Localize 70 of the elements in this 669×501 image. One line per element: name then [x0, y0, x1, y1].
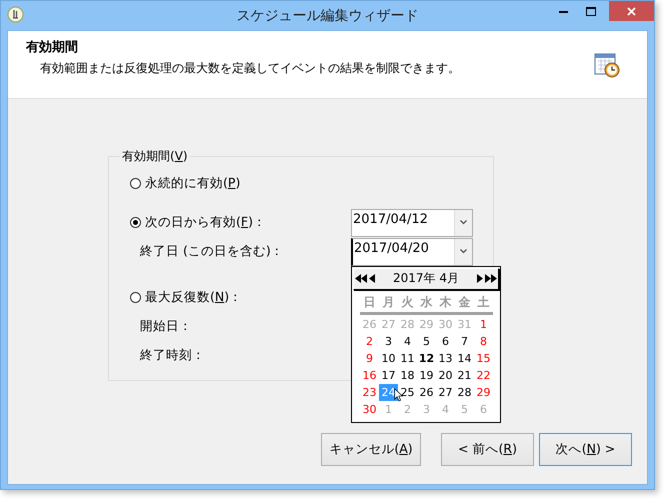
date-field[interactable]: 2017/04/12: [351, 208, 473, 236]
group-label: 有効期間(V): [121, 148, 189, 165]
field-label: 終了時刻：: [139, 347, 205, 362]
radio-button[interactable]: [130, 292, 141, 303]
calendar-day[interactable]: 14: [455, 350, 474, 366]
calendar-day[interactable]: 12: [417, 350, 436, 366]
calendar-day[interactable]: 19: [417, 366, 436, 384]
calendar-day[interactable]: 20: [436, 366, 455, 384]
calendar-day[interactable]: 4: [398, 332, 417, 350]
calendar-day[interactable]: 21: [455, 366, 474, 384]
close-icon: [627, 6, 636, 16]
previous-year-button[interactable]: [354, 272, 368, 286]
field-label: 開始日：: [139, 318, 192, 333]
weekday-label: 金: [458, 294, 472, 310]
calendar-day[interactable]: 29: [474, 384, 493, 400]
chevron-down-icon: [460, 220, 467, 225]
calendar-day[interactable]: 28: [455, 384, 474, 400]
calendar-day[interactable]: 18: [398, 366, 417, 384]
month-title: 2017年 4月: [392, 270, 460, 287]
calendar-day[interactable]: 30: [360, 400, 379, 418]
date-field[interactable]: 2017/04/20: [351, 238, 473, 266]
calendar-day[interactable]: 5: [417, 332, 436, 350]
radio-button[interactable]: [130, 217, 141, 228]
calendar-day[interactable]: 3: [379, 332, 398, 350]
calendar-day[interactable]: 26: [417, 384, 436, 400]
calendar-day[interactable]: 6: [436, 332, 455, 350]
calendar-clock-icon: [593, 51, 621, 79]
minimize-icon: [558, 10, 568, 12]
mouse-pointer-icon: [394, 388, 403, 402]
option-label[interactable]: 最大反復数(N)：: [145, 289, 242, 306]
calendar-day[interactable]: 22: [474, 366, 493, 384]
right-arrow-icon: [485, 274, 497, 283]
calendar-day[interactable]: 27: [436, 384, 455, 400]
calendar-day[interactable]: 9: [360, 350, 379, 366]
app-icon[interactable]: [7, 6, 24, 23]
left-arrow-icon: [355, 274, 367, 283]
calendar-day[interactable]: 23: [360, 384, 379, 400]
calendar-day[interactable]: 11: [398, 350, 417, 366]
next-button[interactable]: 次へ(N) >: [539, 433, 632, 466]
cancel-button[interactable]: キャンセル(A): [321, 433, 421, 466]
weekday-label: 水: [419, 294, 434, 310]
calendar-day[interactable]: 10: [379, 350, 398, 366]
option-label[interactable]: 永続的に有効(P): [145, 175, 240, 192]
field-label: 終了日 (この日を含む)：: [139, 243, 284, 258]
calendar-day[interactable]: 2: [360, 332, 379, 350]
back-button[interactable]: < 前へ(R): [441, 433, 534, 466]
weekday-label: 木: [438, 294, 452, 310]
calendar-day[interactable]: 16: [360, 366, 379, 384]
page-description: 有効範囲または反復処理の最大数を定義してイベントの結果を制限できます。: [40, 60, 461, 77]
weekday-label: 日: [362, 294, 376, 310]
chevron-down-icon: [460, 249, 467, 254]
calendar-day[interactable]: 15: [474, 350, 493, 366]
calendar-day[interactable]: 7: [455, 332, 474, 350]
calendar-day[interactable]: 1: [474, 316, 493, 332]
weekday-label: 土: [476, 294, 490, 310]
calendar-day[interactable]: 25: [398, 384, 417, 400]
calendar-day[interactable]: 13: [436, 350, 455, 366]
weekday-label: 月: [382, 294, 396, 310]
right-arrow-icon: [477, 274, 483, 283]
page-title: 有効期間: [26, 39, 79, 56]
next-year-button[interactable]: [484, 272, 498, 286]
left-arrow-icon: [369, 274, 375, 283]
window-title: スケジュール編集ウィザード: [236, 8, 418, 24]
weekday-label: 火: [400, 294, 414, 310]
calendar-day[interactable]: 8: [474, 332, 493, 350]
option-label[interactable]: 次の日から有効(F)：: [145, 214, 266, 231]
calendar-day[interactable]: 17: [379, 366, 398, 384]
radio-button[interactable]: [130, 178, 141, 189]
close-button[interactable]: [609, 1, 654, 21]
maximize-icon: [586, 6, 596, 16]
